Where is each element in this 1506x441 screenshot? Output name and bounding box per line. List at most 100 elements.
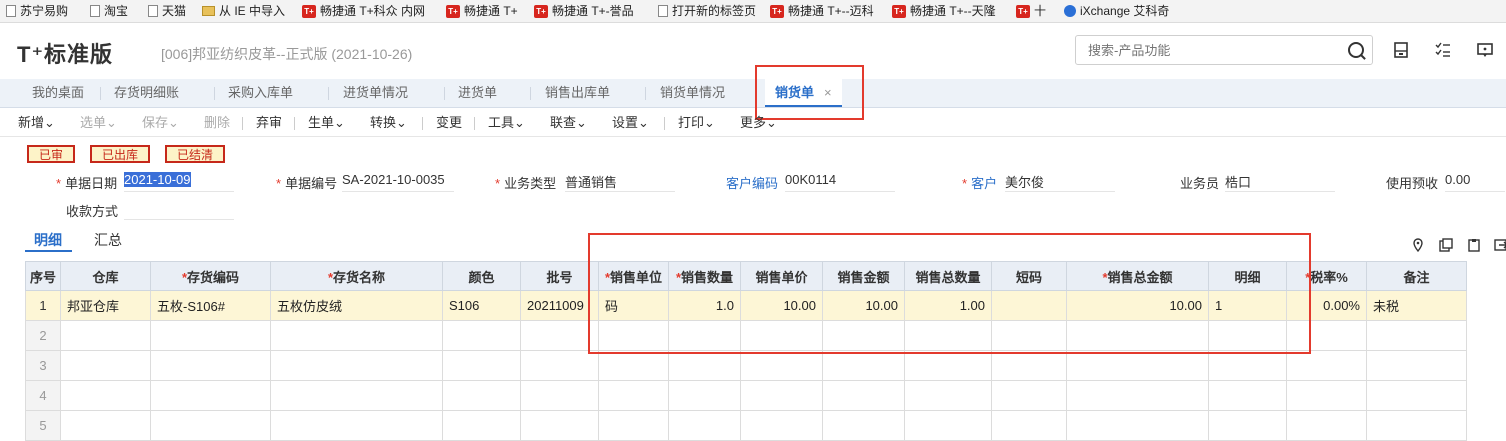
table-cell[interactable] — [904, 410, 992, 441]
tab-purchase-order[interactable]: 进货单 — [458, 79, 497, 107]
table-cell[interactable] — [1066, 350, 1209, 381]
table-cell[interactable]: 20211009 — [520, 290, 599, 321]
prepay-field[interactable]: 0.00 — [1445, 172, 1505, 192]
bookmark-item[interactable]: T+ 十 — [1016, 0, 1046, 22]
table-cell[interactable] — [1208, 380, 1287, 411]
table-cell[interactable]: 五枚仿皮绒 — [270, 290, 443, 321]
query-button[interactable]: 联查⌄ — [550, 110, 587, 136]
column-header[interactable]: 备注 — [1366, 261, 1467, 291]
tab-desktop[interactable]: 我的桌面 — [32, 79, 84, 107]
tab-sales-invoice[interactable]: 销货单 × — [765, 79, 842, 107]
tab-detail[interactable]: 明细 — [34, 230, 62, 250]
table-cell[interactable] — [904, 350, 992, 381]
bookmark-item[interactable]: 苏宁易购 — [6, 0, 68, 22]
table-cell[interactable] — [60, 380, 151, 411]
close-icon[interactable]: × — [824, 85, 832, 100]
column-header[interactable]: 颜色 — [442, 261, 521, 291]
bookmark-item[interactable]: T+ 畅捷通 T+--天隆 — [892, 0, 996, 22]
table-cell[interactable] — [822, 350, 905, 381]
paste-row-icon[interactable] — [1467, 238, 1481, 252]
custcode-label[interactable]: 客户编码 — [726, 173, 778, 192]
select-button[interactable]: 选单⌄ — [80, 110, 117, 136]
bookmark-item[interactable]: T+ 畅捷通 T+--迈科 — [770, 0, 874, 22]
table-row[interactable]: 5 — [25, 410, 1467, 441]
unaudit-button[interactable]: 弃审 — [256, 110, 282, 136]
table-cell[interactable]: 10.00 — [740, 290, 823, 321]
table-cell[interactable] — [1286, 350, 1367, 381]
table-cell[interactable] — [668, 380, 741, 411]
table-cell[interactable] — [60, 350, 151, 381]
column-header[interactable]: 销售单价 — [740, 261, 823, 291]
table-cell[interactable]: 邦亚仓库 — [60, 290, 151, 321]
column-header[interactable]: 批号 — [520, 261, 599, 291]
table-cell[interactable] — [1066, 320, 1209, 351]
bookmark-item[interactable]: T+ 畅捷通 T+科众 内网 — [302, 0, 425, 22]
date-field[interactable]: 2021-10-09 — [124, 172, 234, 192]
table-row[interactable]: 4 — [25, 380, 1467, 411]
table-cell[interactable]: 10.00 — [822, 290, 905, 321]
table-cell[interactable] — [270, 380, 443, 411]
table-cell[interactable] — [822, 410, 905, 441]
table-cell[interactable] — [520, 380, 599, 411]
table-cell[interactable] — [1366, 410, 1467, 441]
export-icon[interactable] — [1494, 238, 1506, 252]
table-cell[interactable] — [991, 290, 1067, 321]
table-cell[interactable] — [740, 380, 823, 411]
table-cell[interactable] — [270, 320, 443, 351]
table-row[interactable]: 1 邦亚仓库 五枚-S106# 五枚仿皮绒 S106 20211009 码 1.… — [25, 290, 1467, 321]
table-cell[interactable]: 10.00 — [1066, 290, 1209, 321]
table-cell[interactable] — [60, 320, 151, 351]
table-cell[interactable] — [1286, 410, 1367, 441]
table-cell[interactable] — [442, 320, 521, 351]
tab-sales-status[interactable]: 销货单情况 — [660, 79, 725, 107]
bookmark-item[interactable]: 从 IE 中导入 — [202, 0, 285, 22]
table-cell[interactable]: 1.0 — [668, 290, 741, 321]
column-header[interactable]: 仓库 — [60, 261, 151, 291]
table-cell[interactable] — [1366, 380, 1467, 411]
column-header[interactable]: 短码 — [991, 261, 1067, 291]
calculator-icon[interactable] — [1393, 42, 1409, 58]
copy-row-icon[interactable] — [1439, 238, 1453, 252]
table-cell[interactable] — [270, 350, 443, 381]
table-cell[interactable] — [904, 320, 992, 351]
table-cell[interactable] — [150, 380, 271, 411]
table-cell[interactable]: S106 — [442, 290, 521, 321]
payment-field[interactable] — [124, 200, 234, 220]
tab-sales-outbound[interactable]: 销售出库单 — [545, 79, 610, 107]
table-cell[interactable] — [598, 320, 669, 351]
more-button[interactable]: 更多⌄ — [740, 110, 777, 136]
settings-button[interactable]: 设置⌄ — [612, 110, 649, 136]
save-button[interactable]: 保存⌄ — [142, 110, 179, 136]
table-cell[interactable] — [904, 380, 992, 411]
table-cell[interactable] — [822, 320, 905, 351]
column-header[interactable]: *销售数量 — [668, 261, 741, 291]
table-cell[interactable]: 未税 — [1366, 290, 1467, 321]
table-row[interactable]: 3 — [25, 350, 1467, 381]
table-cell[interactable] — [822, 380, 905, 411]
table-cell[interactable]: 1.00 — [904, 290, 992, 321]
generate-button[interactable]: 生单⌄ — [308, 110, 345, 136]
convert-button[interactable]: 转换⌄ — [370, 110, 407, 136]
table-cell[interactable] — [150, 320, 271, 351]
tools-button[interactable]: 工具⌄ — [488, 110, 525, 136]
table-cell[interactable] — [740, 320, 823, 351]
table-cell[interactable] — [668, 350, 741, 381]
table-cell[interactable]: 码 — [598, 290, 669, 321]
change-button[interactable]: 变更 — [436, 110, 462, 136]
table-cell[interactable]: 1 — [1208, 290, 1287, 321]
table-cell[interactable] — [150, 350, 271, 381]
table-cell[interactable] — [442, 350, 521, 381]
tab-purchase-status[interactable]: 进货单情况 — [343, 79, 408, 107]
table-cell[interactable] — [442, 410, 521, 441]
column-header[interactable]: *存货编码 — [150, 261, 271, 291]
table-cell[interactable] — [520, 350, 599, 381]
table-cell[interactable] — [520, 320, 599, 351]
column-header[interactable]: 销售总数量 — [904, 261, 992, 291]
table-cell[interactable] — [598, 350, 669, 381]
table-cell[interactable] — [740, 410, 823, 441]
table-cell[interactable] — [1208, 320, 1287, 351]
table-cell[interactable] — [442, 380, 521, 411]
table-cell[interactable] — [1208, 350, 1287, 381]
biztype-field[interactable]: 普通销售 — [565, 172, 675, 192]
table-cell[interactable] — [668, 320, 741, 351]
